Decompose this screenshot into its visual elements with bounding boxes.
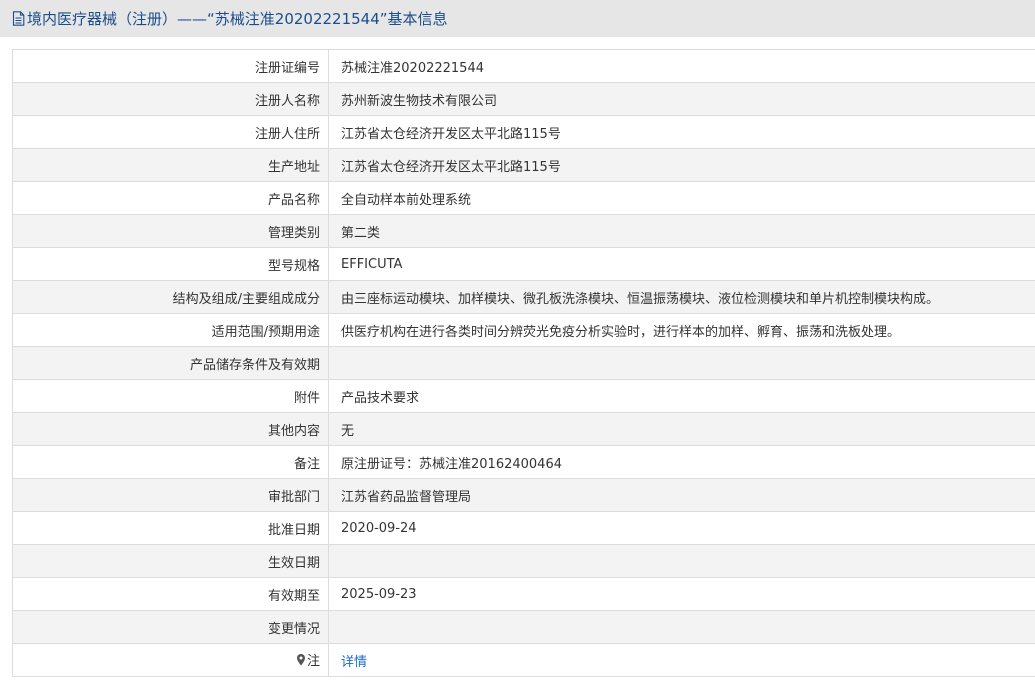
table-row: 产品名称 全自动样本前处理系统 (12, 181, 1035, 215)
row-label: 注 (12, 643, 329, 677)
table-row: 管理类别 第二类 (12, 214, 1035, 248)
row-value: 产品技术要求 (328, 379, 1035, 413)
row-label: 注册证编号 (12, 49, 329, 83)
row-value: 全自动样本前处理系统 (328, 181, 1035, 215)
row-label: 管理类别 (12, 214, 329, 248)
registration-info-table: 注册证编号 苏械注准20202221544 注册人名称 苏州新波生物技术有限公司 注册人… (12, 49, 1035, 677)
row-value: 无 (328, 412, 1035, 446)
row-label: 产品名称 (12, 181, 329, 215)
row-value: 原注册证号：苏械注准20162400464 (328, 445, 1035, 479)
row-label: 型号规格 (12, 247, 329, 281)
row-label: 注册人住所 (12, 115, 329, 149)
row-value: 由三座标运动模块、加样模块、微孔板洗涤模块、恒温振荡模块、液位检测模块和单片机控… (328, 280, 1035, 314)
row-label: 审批部门 (12, 478, 329, 512)
table-row: 注册人住所 江苏省太仓经济开发区太平北路115号 (12, 115, 1035, 149)
table-row: 变更情况 (12, 610, 1035, 644)
row-label: 适用范围/预期用途 (12, 313, 329, 347)
row-value: 供医疗机构在进行各类时间分辨荧光免疫分析实验时，进行样本的加样、孵育、振荡和洗板… (328, 313, 1035, 347)
row-label: 生产地址 (12, 148, 329, 182)
table-row: 审批部门 江苏省药品监督管理局 (12, 478, 1035, 512)
table-row: 生效日期 (12, 544, 1035, 578)
row-value: EFFICUTA (328, 247, 1035, 281)
row-value: 江苏省太仓经济开发区太平北路115号 (328, 148, 1035, 182)
page-title: 境内医疗器械（注册）——“苏械注准20202221544”基本信息 (27, 10, 448, 28)
row-label: 注册人名称 (12, 82, 329, 116)
row-label: 结构及组成/主要组成成分 (12, 280, 329, 314)
row-label: 变更情况 (12, 610, 329, 644)
details-link[interactable]: 详情 (341, 655, 367, 670)
table-row: 注册人名称 苏州新波生物技术有限公司 (12, 82, 1035, 116)
table-row: 型号规格 EFFICUTA (12, 247, 1035, 281)
row-value (328, 544, 1035, 578)
table-row: 有效期至 2025-09-23 (12, 577, 1035, 611)
row-label: 附件 (12, 379, 329, 413)
table-row: 注册证编号 苏械注准20202221544 (12, 49, 1035, 83)
row-label: 其他内容 (12, 412, 329, 446)
table-row: 产品储存条件及有效期 (12, 346, 1035, 380)
pin-icon (296, 653, 306, 666)
table-row-note: 注 详情 (12, 643, 1035, 677)
table-row: 批准日期 2020-09-24 (12, 511, 1035, 545)
row-label: 有效期至 (12, 577, 329, 611)
title-bar: 境内医疗器械（注册）——“苏械注准20202221544”基本信息 (0, 0, 1035, 37)
row-value: 苏械注准20202221544 (328, 49, 1035, 83)
row-value (328, 346, 1035, 380)
row-value: 江苏省药品监督管理局 (328, 478, 1035, 512)
row-value: 江苏省太仓经济开发区太平北路115号 (328, 115, 1035, 149)
row-value: 2020-09-24 (328, 511, 1035, 545)
row-label: 产品储存条件及有效期 (12, 346, 329, 380)
table-row: 其他内容无 (12, 412, 1035, 446)
row-label: 批准日期 (12, 511, 329, 545)
table-row: 附件 产品技术要求 (12, 379, 1035, 413)
table-row: 适用范围/预期用途 供医疗机构在进行各类时间分辨荧光免疫分析实验时，进行样本的加样… (12, 313, 1035, 347)
row-value: 2025-09-23 (328, 577, 1035, 611)
table-row: 备注 原注册证号：苏械注准20162400464 (12, 445, 1035, 479)
row-label: 生效日期 (12, 544, 329, 578)
table-row: 结构及组成/主要组成成分 由三座标运动模块、加样模块、微孔板洗涤模块、恒温振荡模块… (12, 280, 1035, 314)
row-value: 苏州新波生物技术有限公司 (328, 82, 1035, 116)
document-icon (12, 11, 25, 26)
row-value (328, 610, 1035, 644)
row-value: 第二类 (328, 214, 1035, 248)
row-value: 详情 (328, 643, 1035, 677)
row-label: 备注 (12, 445, 329, 479)
table-row: 生产地址 江苏省太仓经济开发区太平北路115号 (12, 148, 1035, 182)
note-label: 注 (306, 654, 320, 669)
